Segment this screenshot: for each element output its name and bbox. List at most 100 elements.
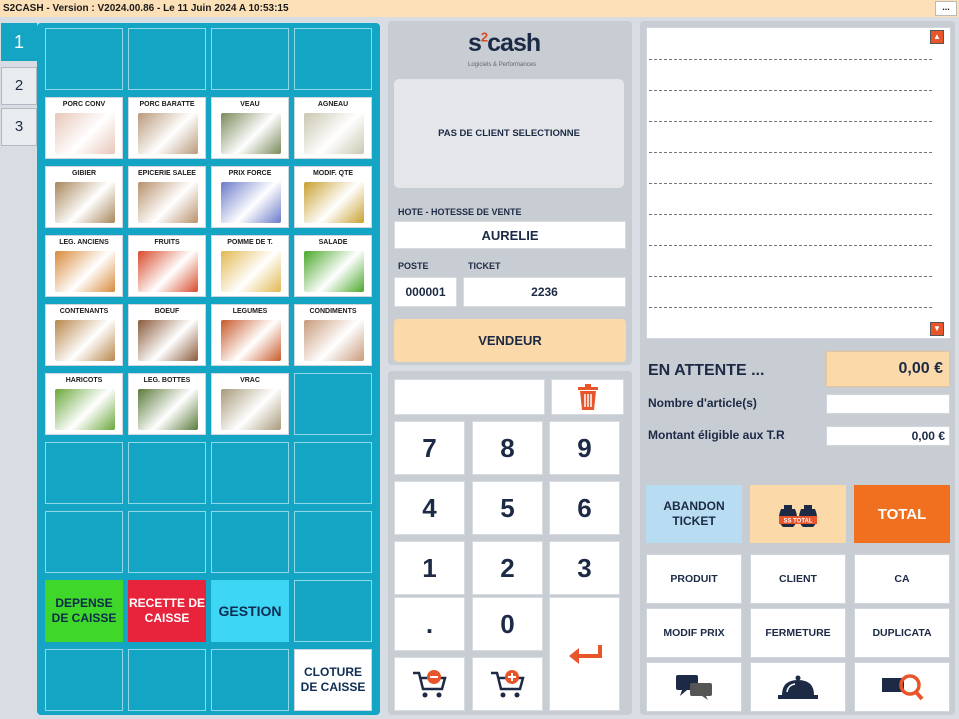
money-bags-icon: SS TOTAL — [778, 505, 818, 527]
empty-slot[interactable] — [294, 511, 372, 573]
scroll-up-button[interactable]: ▲ — [930, 30, 944, 44]
product-button[interactable]: LEGUMES — [211, 304, 289, 366]
product-button[interactable]: CONTENANTS — [45, 304, 123, 366]
scroll-down-button[interactable]: ▼ — [930, 322, 944, 336]
empty-slot[interactable] — [128, 649, 206, 711]
product-button[interactable]: FRUITS — [128, 235, 206, 297]
poste-field: 000001 — [394, 277, 457, 307]
empty-slot[interactable] — [211, 649, 289, 711]
product-button[interactable]: BOEUF — [128, 304, 206, 366]
key-6[interactable]: 6 — [549, 481, 620, 535]
empty-slot[interactable] — [294, 442, 372, 504]
key-5[interactable]: 5 — [472, 481, 543, 535]
abandon-ticket-button[interactable]: ABANDON TICKET — [646, 485, 742, 543]
product-button[interactable]: HARICOTS — [45, 373, 123, 435]
product-button[interactable]: LEG. ANCIENS — [45, 235, 123, 297]
ticket-lines-list[interactable]: ▲ ▼ — [646, 27, 951, 339]
cart-remove-button[interactable] — [394, 657, 465, 711]
product-button[interactable]: EPICERIE SALEE — [128, 166, 206, 228]
enter-button[interactable] — [549, 597, 620, 711]
cloture-caisse-button[interactable]: CLOTURE DE CAISSE — [294, 649, 372, 711]
product-button[interactable]: CONDIMENTS — [294, 304, 372, 366]
empty-slot[interactable] — [294, 28, 372, 90]
ticket-label: TICKET — [468, 261, 501, 271]
pheasant-rabbit-photo — [55, 182, 115, 223]
keypad-display[interactable] — [394, 379, 545, 415]
delete-button[interactable] — [551, 379, 624, 415]
empty-slot[interactable] — [45, 28, 123, 90]
recette-caisse-button[interactable]: RECETTE DE CAISSE — [128, 580, 206, 642]
empty-slot[interactable] — [294, 580, 372, 642]
cart-plus-icon — [490, 670, 525, 698]
product-button[interactable]: VRAC — [211, 373, 289, 435]
product-label: PRIX FORCE — [228, 170, 272, 177]
empty-slot[interactable] — [45, 649, 123, 711]
product-button[interactable]: SALADE — [294, 235, 372, 297]
fermeture-button[interactable]: FERMETURE — [750, 608, 846, 658]
depense-caisse-button[interactable]: DEPENSE DE CAISSE — [45, 580, 123, 642]
cart-add-button[interactable] — [472, 657, 543, 711]
ticket-line — [649, 214, 932, 215]
key-decimal[interactable]: . — [394, 597, 465, 651]
key-1[interactable]: 1 — [394, 541, 465, 595]
tab-2[interactable]: 2 — [1, 67, 37, 105]
vegetables-photo — [221, 320, 281, 361]
product-button[interactable]: MODIF. QTE — [294, 166, 372, 228]
key-7[interactable]: 7 — [394, 421, 465, 475]
total-button[interactable]: TOTAL — [854, 485, 950, 543]
attente-label: EN ATTENTE ... — [648, 362, 765, 379]
product-button[interactable]: GIBIER — [45, 166, 123, 228]
product-button[interactable]: POMME DE T. — [211, 235, 289, 297]
key-3[interactable]: 3 — [549, 541, 620, 595]
key-2[interactable]: 2 — [472, 541, 543, 595]
empty-slot[interactable] — [211, 511, 289, 573]
host-field[interactable]: AURELIE — [394, 221, 626, 249]
ca-button[interactable]: CA — [854, 554, 950, 604]
product-label: AGNEAU — [317, 101, 349, 108]
messages-button[interactable] — [646, 662, 742, 712]
price-tag-photo — [221, 182, 281, 223]
ss-total-button[interactable]: SS TOTAL — [750, 485, 846, 543]
modif-prix-button[interactable]: MODIF PRIX — [646, 608, 742, 658]
gestion-button[interactable]: GESTION — [211, 580, 289, 642]
ticket-line — [649, 276, 932, 277]
empty-slot[interactable] — [128, 511, 206, 573]
product-button[interactable]: AGNEAU — [294, 97, 372, 159]
empty-slot[interactable] — [294, 373, 372, 435]
empty-slot[interactable] — [211, 28, 289, 90]
product-button[interactable]: PORC BARATTE — [128, 97, 206, 159]
empty-slot[interactable] — [128, 28, 206, 90]
title-bar: S2CASH - Version : V2024.00.86 - Le 11 J… — [0, 0, 959, 17]
commandes-button[interactable] — [854, 662, 950, 712]
produit-button[interactable]: PRODUIT — [646, 554, 742, 604]
sale-info-panel: s2cash Logiciels & Performances PAS DE C… — [388, 21, 632, 365]
key-4[interactable]: 4 — [394, 481, 465, 535]
product-button[interactable]: PRIX FORCE — [211, 166, 289, 228]
ticket-number-field: 2236 — [463, 277, 626, 307]
product-grid: PORC CONV PORC BARATTE VEAU AGNEAU GIBIER EPI… — [37, 23, 380, 715]
vendeur-button[interactable]: VENDEUR — [394, 319, 626, 362]
ticket-line — [649, 152, 932, 153]
tab-1[interactable]: 1 — [1, 23, 37, 61]
window-menu-button[interactable]: ... — [935, 1, 957, 16]
key-8[interactable]: 8 — [472, 421, 543, 475]
tab-3[interactable]: 3 — [1, 108, 37, 146]
product-label: POMME DE T. — [227, 239, 273, 246]
key-0[interactable]: 0 — [472, 597, 543, 651]
empty-slot[interactable] — [211, 442, 289, 504]
basket-photo — [55, 320, 115, 361]
product-button[interactable]: LEG. BOTTES — [128, 373, 206, 435]
client-button[interactable]: CLIENT — [750, 554, 846, 604]
key-9[interactable]: 9 — [549, 421, 620, 475]
empty-slot[interactable] — [128, 442, 206, 504]
product-label: LEG. BOTTES — [143, 377, 191, 384]
recettes-button[interactable] — [750, 662, 846, 712]
product-button[interactable]: VEAU — [211, 97, 289, 159]
empty-slot[interactable] — [45, 442, 123, 504]
product-button[interactable]: PORC CONV — [45, 97, 123, 159]
client-status[interactable]: PAS DE CLIENT SELECTIONNE — [394, 79, 624, 188]
duplicata-button[interactable]: DUPLICATA — [854, 608, 950, 658]
lettuce-photo — [304, 251, 364, 292]
articles-count-value — [826, 394, 950, 414]
empty-slot[interactable] — [45, 511, 123, 573]
